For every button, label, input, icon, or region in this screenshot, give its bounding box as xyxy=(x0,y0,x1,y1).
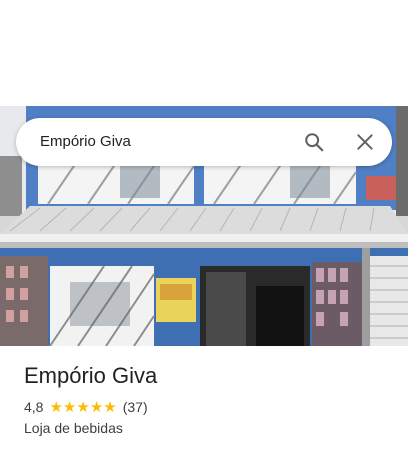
star-icon: ★ xyxy=(76,398,90,416)
place-info: Empório Giva 4,8 ★ ★ ★ ★ ★ (37) Loja de … xyxy=(24,362,384,436)
close-icon[interactable] xyxy=(349,126,381,158)
review-count[interactable]: (37) xyxy=(123,399,148,415)
star-icon: ★ xyxy=(49,398,63,416)
rating-value: 4,8 xyxy=(24,399,44,415)
star-icon: ★ xyxy=(103,398,117,416)
star-icon: ★ xyxy=(62,398,77,416)
search-bar[interactable]: Empório Giva xyxy=(16,118,392,166)
place-category: Loja de bebidas xyxy=(24,420,123,436)
rating-stars: ★ ★ ★ ★ ★ xyxy=(49,400,116,415)
star-icon: ★ xyxy=(89,398,104,416)
search-query-text[interactable]: Empório Giva xyxy=(40,133,131,150)
search-icon[interactable] xyxy=(298,126,330,158)
rating-row[interactable]: 4,8 ★ ★ ★ ★ ★ (37) xyxy=(24,398,384,416)
place-name[interactable]: Empório Giva xyxy=(24,362,384,390)
